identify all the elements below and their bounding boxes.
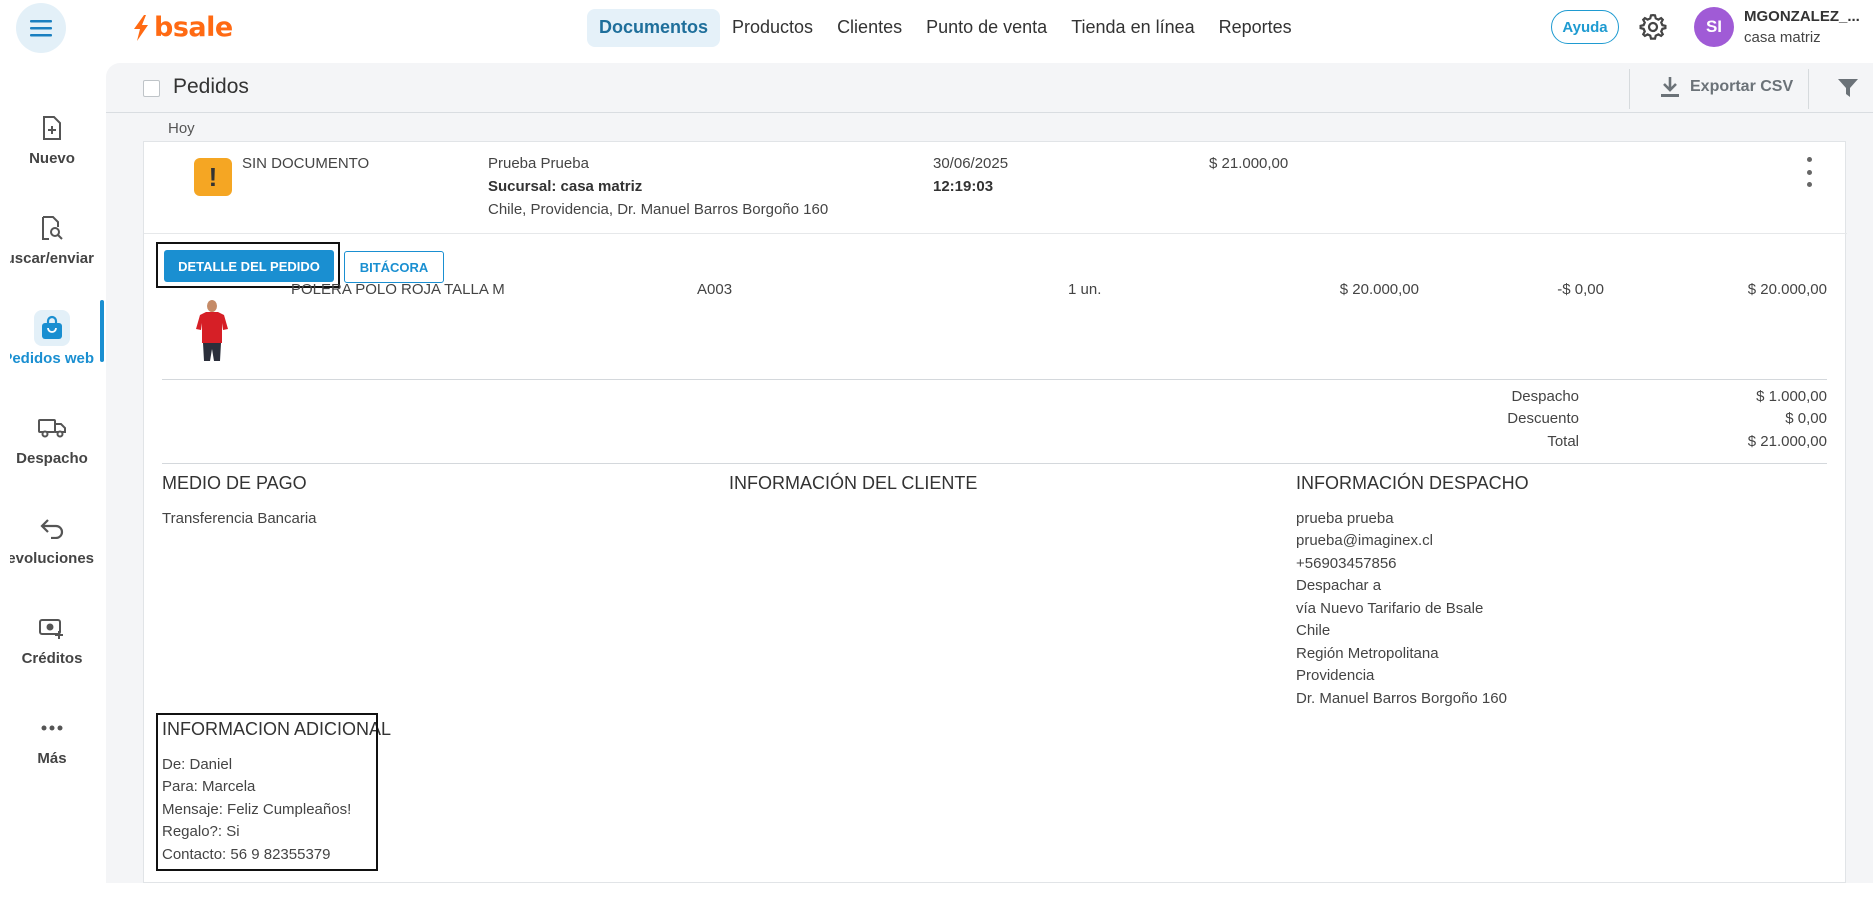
sidebar-label-despacho: Despacho (16, 450, 88, 467)
truck-icon (34, 410, 70, 446)
shipping-line: Despachar a (1296, 577, 1382, 594)
divider (162, 463, 1827, 464)
money-icon (34, 610, 70, 646)
order-date: 30/06/2025 (933, 155, 1009, 172)
divider (162, 379, 1827, 380)
shipping-info-title: INFORMACIÓN DESPACHO (1296, 473, 1529, 493)
item-discount: -$ 0,00 (1557, 281, 1604, 298)
sidebar-item-mas[interactable]: Más (0, 704, 104, 784)
main-panel: Pedidos Exportar CSV Hoy ! SIN DOCUMENTO… (106, 63, 1873, 883)
bsale-logo[interactable]: bsale (132, 12, 233, 43)
page-title: Pedidos (173, 75, 249, 98)
nav-productos[interactable]: Productos (720, 9, 825, 47)
sidebar-label-buscar: Buscar/enviar (10, 250, 94, 267)
order-branch: Sucursal: casa matriz (488, 178, 643, 195)
new-document-icon (34, 110, 70, 146)
sidebar-label-creditos: Créditos (21, 650, 83, 667)
export-csv-label: Exportar CSV (1690, 78, 1794, 95)
item-qty: 1 un. (1068, 281, 1102, 298)
select-all-checkbox[interactable] (143, 80, 160, 97)
payment-method: Transferencia Bancaria (162, 510, 317, 527)
shipping-line: +56903457856 (1296, 555, 1397, 572)
tab-bitacora[interactable]: BITÁCORA (344, 251, 444, 283)
sidebar-item-nuevo[interactable]: Nuevo (0, 104, 104, 184)
more-dots-icon (34, 710, 70, 746)
client-info-title: INFORMACIÓN DEL CLIENTE (729, 473, 978, 493)
header-divider (1629, 69, 1630, 109)
totals-label-total: Total (1547, 433, 1579, 450)
payment-title: MEDIO DE PAGO (162, 473, 307, 493)
highlight-box (156, 713, 378, 871)
return-arrow-icon (34, 510, 70, 546)
shipping-line: Chile (1296, 622, 1331, 639)
user-name[interactable]: MGONZALEZ_... (1744, 8, 1860, 25)
shipping-line: Dr. Manuel Barros Borgoño 160 (1296, 690, 1507, 707)
sidebar-label-pedidos-web: Pedidos web (10, 350, 94, 367)
settings-button[interactable] (1638, 12, 1668, 42)
shipping-line: Providencia (1296, 667, 1375, 684)
item-name: POLERA POLO ROJA TALLA M (291, 281, 505, 298)
order-customer: Prueba Prueba (488, 155, 589, 172)
more-options-icon[interactable] (1804, 157, 1814, 187)
date-group-label: Hoy (168, 120, 195, 137)
sidebar-label-devoluciones: Devoluciones (10, 550, 94, 567)
order-status: SIN DOCUMENTO (242, 155, 370, 172)
order-total: $ 21.000,00 (1209, 155, 1289, 172)
sidebar-item-creditos[interactable]: Créditos (0, 604, 104, 684)
item-sku: A003 (697, 281, 733, 298)
sidebar-item-buscar[interactable]: Buscar/enviar (0, 204, 104, 284)
search-document-icon (34, 210, 70, 246)
sidebar-active-indicator (100, 300, 104, 362)
product-image (192, 299, 232, 363)
totals-label-despacho: Despacho (1511, 388, 1579, 405)
totals-value-descuento: $ 0,00 (1785, 410, 1827, 427)
brand-name: bsale (154, 12, 233, 43)
shipping-line: vía Nuevo Tarifario de Bsale (1296, 600, 1484, 617)
user-avatar[interactable]: SI (1694, 7, 1734, 47)
user-branch: casa matriz (1744, 29, 1821, 46)
download-icon (1661, 77, 1679, 97)
gear-icon (1639, 13, 1667, 40)
nav-reportes[interactable]: Reportes (1207, 9, 1304, 47)
top-bar: bsale Documentos Productos Clientes Punt… (0, 0, 1873, 54)
shopping-bag-icon (34, 310, 70, 346)
totals-value-despacho: $ 1.000,00 (1756, 388, 1827, 405)
sidebar-label-mas: Más (37, 750, 67, 767)
totals-label-descuento: Descuento (1507, 410, 1579, 427)
bolt-icon (134, 14, 148, 41)
sidebar-item-pedidos-web[interactable]: Pedidos web (0, 304, 104, 384)
item-price: $ 20.000,00 (1339, 281, 1419, 298)
order-summary-row[interactable]: ! SIN DOCUMENTO Prueba Prueba Sucursal: … (144, 142, 1847, 234)
hamburger-icon (30, 20, 52, 37)
order-address: Chile, Providencia, Dr. Manuel Barros Bo… (488, 201, 829, 218)
item-subtotal: $ 20.000,00 (1747, 281, 1827, 298)
shipping-line: prueba prueba (1296, 510, 1394, 527)
nav-documentos[interactable]: Documentos (587, 9, 721, 47)
header-divider (1808, 69, 1809, 109)
sidebar-label-nuevo: Nuevo (29, 150, 75, 167)
shipping-line: prueba@imaginex.cl (1296, 532, 1433, 549)
filter-button[interactable] (1837, 77, 1859, 104)
order-time: 12:19:03 (933, 178, 994, 195)
totals-value-total: $ 21.000,00 (1747, 433, 1827, 450)
warning-icon: ! (194, 158, 232, 196)
help-button[interactable]: Ayuda (1551, 10, 1619, 44)
sidebar-item-devoluciones[interactable]: Devoluciones (0, 504, 104, 584)
page-header: Pedidos Exportar CSV (106, 63, 1873, 113)
nav-clientes[interactable]: Clientes (825, 9, 914, 47)
nav-punto-de-venta[interactable]: Punto de venta (914, 9, 1059, 47)
main-nav: Documentos Productos Clientes Punto de v… (587, 9, 1304, 47)
hamburger-menu-button[interactable] (16, 3, 66, 53)
filter-icon (1838, 79, 1858, 97)
export-csv-button[interactable]: Exportar CSV (1660, 76, 1793, 98)
shipping-line: Región Metropolitana (1296, 645, 1439, 662)
nav-tienda-en-linea[interactable]: Tienda en línea (1059, 9, 1206, 47)
sidebar-item-despacho[interactable]: Despacho (0, 404, 104, 484)
order-card: ! SIN DOCUMENTO Prueba Prueba Sucursal: … (143, 141, 1847, 883)
